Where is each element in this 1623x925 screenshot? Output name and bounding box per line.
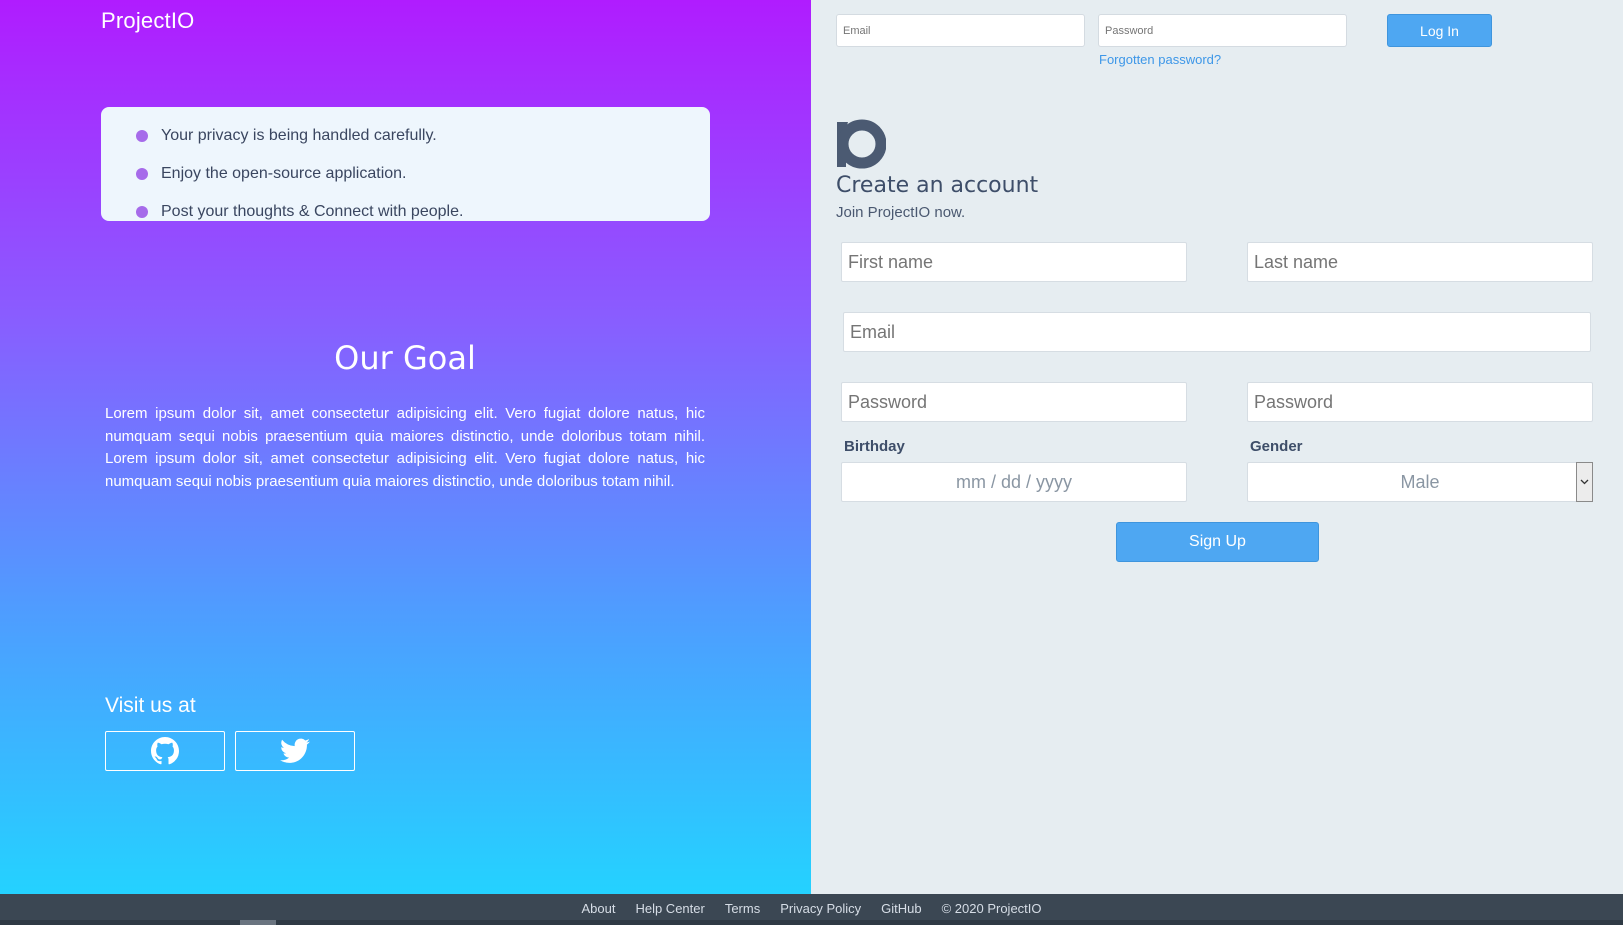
right-panel: Log In Forgotten password? Create an acc…: [811, 0, 1623, 894]
twitter-icon: [280, 738, 310, 763]
login-password-input[interactable]: [1098, 14, 1347, 47]
feature-text: Enjoy the open-source application.: [161, 165, 407, 182]
signup-email-input[interactable]: [843, 312, 1591, 352]
bullet-icon: [136, 168, 148, 180]
create-account-title: Create an account: [836, 173, 1039, 198]
footer-link-about[interactable]: About: [581, 901, 615, 916]
brand-name[interactable]: ProjectIO: [101, 8, 195, 34]
birthday-label: Birthday: [844, 438, 905, 455]
bullet-icon: [136, 206, 148, 218]
birthday-date-input[interactable]: mm / dd / yyyy: [841, 462, 1187, 502]
footer-link-privacy-policy[interactable]: Privacy Policy: [780, 901, 861, 916]
feature-item: Your privacy is being handled carefully.: [136, 117, 710, 155]
footer-link-terms[interactable]: Terms: [725, 901, 760, 916]
feature-text: Post your thoughts & Connect with people…: [161, 203, 464, 220]
footer-link-github[interactable]: GitHub: [881, 901, 921, 916]
gender-label: Gender: [1250, 438, 1303, 455]
feature-item: Post your thoughts & Connect with people…: [136, 193, 710, 231]
footer-copyright: © 2020 ProjectIO: [941, 900, 1042, 916]
visit-title: Visit us at: [105, 694, 196, 717]
twitter-button[interactable]: [235, 731, 355, 771]
features-box: Your privacy is being handled carefully.…: [101, 107, 710, 221]
first-name-input[interactable]: [841, 242, 1187, 282]
github-icon: [151, 737, 179, 765]
footer-link-help-center[interactable]: Help Center: [635, 901, 704, 916]
create-account-subtitle: Join ProjectIO now.: [836, 204, 966, 221]
projectio-logo-icon: [837, 119, 886, 169]
feature-item: Enjoy the open-source application.: [136, 155, 710, 193]
feature-text: Your privacy is being handled carefully.: [161, 127, 437, 144]
birthday-placeholder: mm / dd / yyyy: [955, 471, 1072, 492]
gender-selected-value: Male: [1400, 471, 1440, 492]
bullet-icon: [136, 130, 148, 142]
goal-title: Our Goal: [334, 339, 476, 377]
gender-select[interactable]: Male: [1247, 462, 1593, 502]
last-name-input[interactable]: [1247, 242, 1593, 282]
github-button[interactable]: [105, 731, 225, 771]
login-button[interactable]: Log In: [1387, 14, 1492, 47]
chevron-down-icon[interactable]: [1576, 462, 1593, 502]
goal-text: Lorem ipsum dolor sit, amet consectetur …: [105, 405, 705, 490]
signup-password-input[interactable]: [841, 382, 1187, 422]
forgot-password-link[interactable]: Forgotten password?: [1099, 52, 1221, 67]
left-panel: ProjectIO Your privacy is being handled …: [0, 0, 811, 894]
signup-button[interactable]: Sign Up: [1116, 522, 1319, 562]
login-email-input[interactable]: [836, 14, 1085, 47]
scrollbar-thumb[interactable]: [240, 920, 276, 925]
confirm-password-input[interactable]: [1247, 382, 1593, 422]
